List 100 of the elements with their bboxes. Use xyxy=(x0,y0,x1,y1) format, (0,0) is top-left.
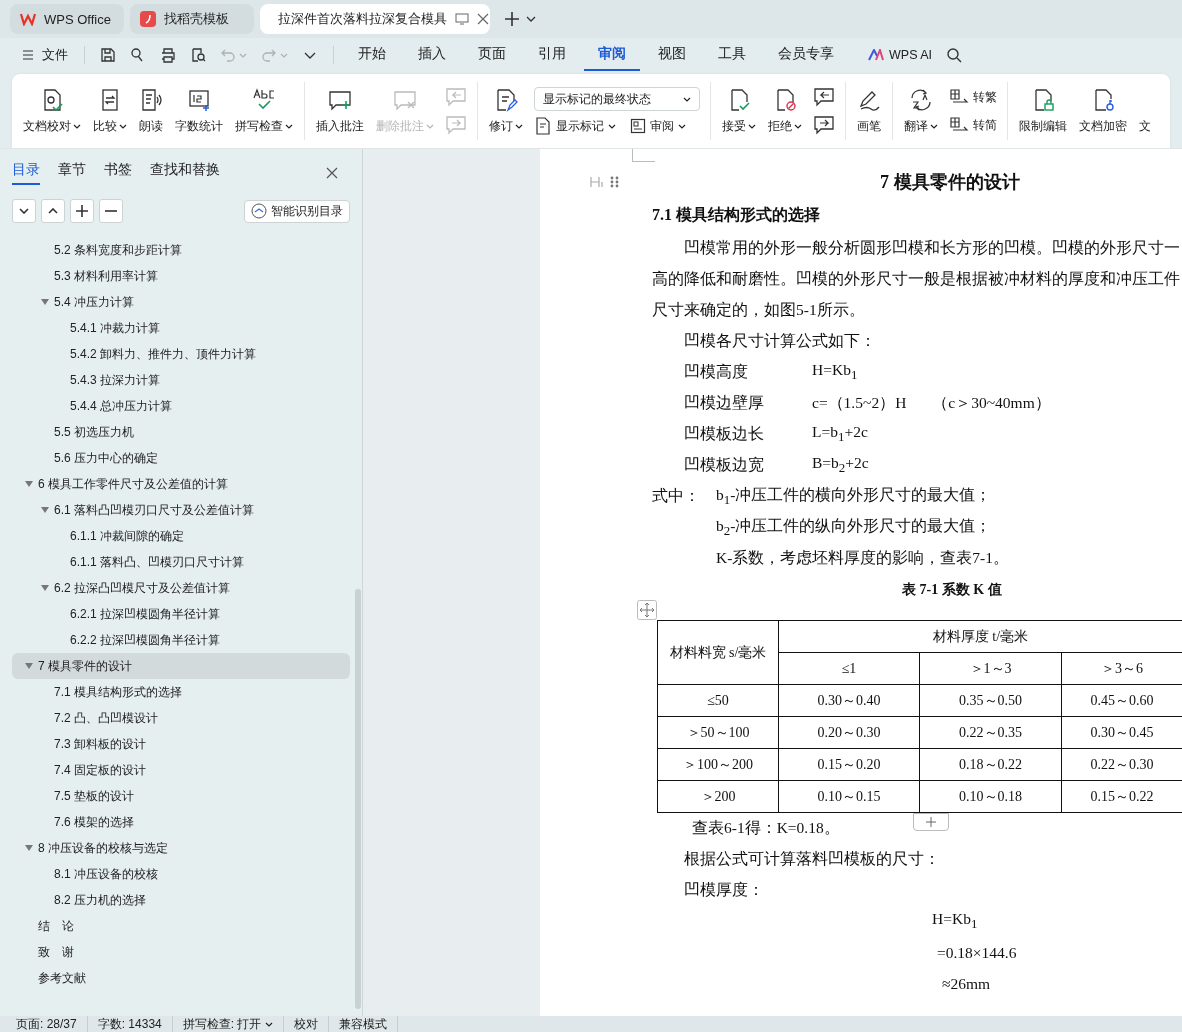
add-row-button[interactable] xyxy=(913,813,949,831)
toc-item[interactable]: 5.3 材料利用率计算 xyxy=(12,263,350,289)
toc-item[interactable]: 结 论 xyxy=(12,913,350,939)
toc-item[interactable]: 6 模具工作零件尺寸及公差值的计算 xyxy=(12,471,350,497)
monitor-icon[interactable] xyxy=(455,13,469,25)
toc-item[interactable]: 7 模具零件的设计 xyxy=(12,653,350,679)
toc-item[interactable]: 7.1 模具结构形式的选择 xyxy=(12,679,350,705)
ribbon-button[interactable]: 画笔 xyxy=(852,85,886,137)
ribbon-button[interactable]: 文档校对 xyxy=(18,85,86,137)
file-menu-button[interactable]: 文件 xyxy=(16,42,74,68)
ribbon-button[interactable]: 接受 xyxy=(717,85,761,137)
toc-item[interactable]: 6.2.1 拉深凹模圆角半径计算 xyxy=(12,601,350,627)
toc-item[interactable]: 7.2 凸、凸凹模设计 xyxy=(12,705,350,731)
toc-item[interactable]: 5.4.1 冲裁力计算 xyxy=(12,315,350,341)
demote-button[interactable] xyxy=(99,199,123,223)
browser-tab[interactable]: 拉深件首次落料拉深复合模具 xyxy=(260,4,490,34)
ribbon-button[interactable]: 字数统计 xyxy=(170,85,228,137)
ribbon-button[interactable]: 审阅 xyxy=(630,117,686,135)
search-icon[interactable] xyxy=(946,47,963,63)
toc-item[interactable]: 参考文献 xyxy=(12,965,350,991)
toc-item[interactable]: 7.6 模架的选择 xyxy=(12,809,350,835)
expanded-triangle-icon[interactable] xyxy=(25,844,33,852)
status-item[interactable]: 页面: 28/37 xyxy=(6,1015,88,1032)
ribbon-button[interactable] xyxy=(813,87,835,107)
toc-item[interactable]: 6.2 拉深凸凹模尺寸及公差值计算 xyxy=(12,575,350,601)
heading-drag-handle-icon[interactable] xyxy=(590,175,620,189)
toc-item[interactable]: 致 谢 xyxy=(12,939,350,965)
where-label: 式中： xyxy=(652,486,701,506)
pane-tab[interactable]: 书签 xyxy=(104,161,132,185)
ribbon-tab[interactable]: 视图 xyxy=(644,39,700,71)
ribbon-button[interactable] xyxy=(813,115,835,135)
toc-item[interactable]: 5.2 条料宽度和步距计算 xyxy=(12,237,350,263)
close-icon[interactable] xyxy=(477,13,489,25)
status-item[interactable]: 拼写检查: 打开 xyxy=(172,1015,285,1032)
ribbon-tab[interactable]: 页面 xyxy=(464,39,520,71)
smart-toc-button[interactable]: 智能识别目录 xyxy=(244,199,350,223)
toc-item[interactable]: 5.4.3 拉深力计算 xyxy=(12,367,350,393)
ribbon-button[interactable]: 限制编辑 xyxy=(1014,85,1072,137)
close-icon[interactable] xyxy=(326,167,338,179)
ribbon-button[interactable]: 转简 xyxy=(949,116,997,134)
status-item[interactable]: 校对 xyxy=(284,1015,330,1032)
body-text: 查表6-1得：K=0.18。 xyxy=(691,818,840,838)
toc-item[interactable]: 8.1 冲压设备的校核 xyxy=(12,861,350,887)
toc-item[interactable]: 6.1.1 落料凸、凹模刃口尺寸计算 xyxy=(12,549,350,575)
ribbon-button[interactable]: 文档加密 xyxy=(1074,85,1132,137)
browser-tab[interactable]: WPS Office xyxy=(10,4,124,34)
toc-item[interactable]: 6.2.2 拉深凹模圆角半径计算 xyxy=(12,627,350,653)
toc-item[interactable]: 8.2 压力机的选择 xyxy=(12,887,350,913)
toc-item[interactable]: 5.4.4 总冲压力计算 xyxy=(12,393,350,419)
ribbon-button[interactable]: 显示标记 xyxy=(534,117,616,135)
ribbon-tab[interactable]: 引用 xyxy=(524,39,580,71)
toc-item[interactable]: 7.4 固定板的设计 xyxy=(12,757,350,783)
ribbon-tab[interactable]: 工具 xyxy=(704,39,760,71)
ribbon-tab[interactable]: 插入 xyxy=(404,39,460,71)
toc-item[interactable]: 6.1.1 冲裁间隙的确定 xyxy=(12,523,350,549)
ai-button[interactable]: WPS AI xyxy=(852,44,943,66)
browser-tab[interactable]: 找稻壳模板 xyxy=(130,4,254,34)
toc-item[interactable]: 5.5 初选压力机 xyxy=(12,419,350,445)
move-handle-icon[interactable] xyxy=(637,600,657,620)
formula: B=b$_{2}$+2c xyxy=(812,454,869,477)
ribbon-button[interactable]: 翻译 xyxy=(899,85,943,137)
expand-button[interactable] xyxy=(41,199,65,223)
scrollbar-thumb[interactable] xyxy=(355,589,361,1009)
promote-button[interactable] xyxy=(70,199,94,223)
expanded-triangle-icon[interactable] xyxy=(25,480,33,488)
status-item[interactable]: 字数: 14334 xyxy=(87,1015,173,1032)
ribbon-button[interactable]: 拒绝 xyxy=(763,85,807,137)
pane-tab[interactable]: 目录 xyxy=(12,161,40,185)
expanded-triangle-icon[interactable] xyxy=(25,662,33,670)
ribbon-tab[interactable]: 审阅 xyxy=(584,39,640,71)
toc-item[interactable]: 5.6 压力中心的确定 xyxy=(12,445,350,471)
ribbon-button[interactable]: 文 xyxy=(1134,85,1156,137)
ribbon-button[interactable]: 朗读 xyxy=(134,85,168,137)
expanded-triangle-icon[interactable] xyxy=(41,298,49,306)
pane-tab[interactable]: 查找和替换 xyxy=(150,161,220,185)
pane-tab[interactable]: 章节 xyxy=(58,161,86,185)
chevron-down-icon[interactable] xyxy=(526,16,536,22)
ribbon-tab[interactable]: 会员专享 xyxy=(764,39,848,71)
track-changes-icon xyxy=(494,87,518,112)
ribbon-button[interactable]: 比较 xyxy=(88,85,132,137)
expanded-triangle-icon[interactable] xyxy=(41,584,49,592)
toc-item[interactable]: 5.4 冲压力计算 xyxy=(12,289,350,315)
toc-item[interactable]: 5.4.2 卸料力、推件力、顶件力计算 xyxy=(12,341,350,367)
body-text: 根据公式可计算落料凹模板的尺寸： xyxy=(683,849,940,869)
collapse-button[interactable] xyxy=(12,199,36,223)
ribbon-button[interactable]: 拼写检查 xyxy=(230,85,298,137)
markup-dropdown[interactable]: 显示标记的最终状态 xyxy=(534,87,700,111)
expanded-triangle-icon[interactable] xyxy=(41,506,49,514)
ribbon-button[interactable]: 插入批注 xyxy=(311,85,369,137)
ribbon-button[interactable]: 转繁 xyxy=(949,88,997,106)
toc-item[interactable]: 8 冲压设备的校核与选定 xyxy=(12,835,350,861)
status-item[interactable]: 兼容模式 xyxy=(329,1015,399,1032)
caret-icon xyxy=(608,123,616,129)
toc-item[interactable]: 7.5 垫板的设计 xyxy=(12,783,350,809)
ribbon-tab[interactable]: 开始 xyxy=(344,39,400,71)
ribbon-button[interactable]: 修订 xyxy=(484,85,528,137)
toc-item[interactable]: 6.1 落料凸凹模刃口尺寸及公差值计算 xyxy=(12,497,350,523)
read-aloud-icon xyxy=(139,87,163,112)
toc-item[interactable]: 7.3 卸料板的设计 xyxy=(12,731,350,757)
new-tab-icon[interactable] xyxy=(504,11,520,27)
